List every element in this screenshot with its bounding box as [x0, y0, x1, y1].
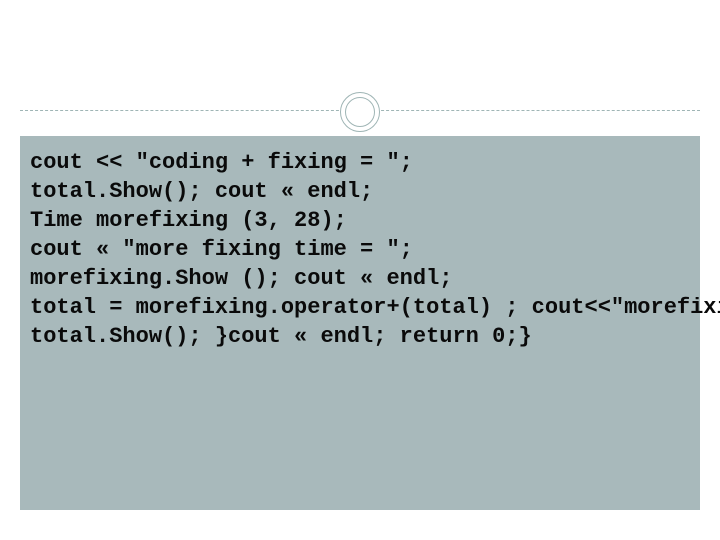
code-line-1: cout << "coding + fixing = ";	[30, 150, 413, 175]
code-line-5: morefixing.Show (); cout « endl;	[30, 266, 452, 291]
code-line-7: total.Show(); }cout « endl; return 0;}	[30, 324, 532, 349]
code-line-4: cout « "more fixing time = ";	[30, 237, 413, 262]
header-divider-circle-inner	[345, 97, 375, 127]
code-line-2: total.Show(); cout « endl;	[30, 179, 373, 204]
content-panel: cout << "coding + fixing = "; total.Show…	[20, 136, 700, 510]
code-line-6: total = morefixing.operator+(total) ; co…	[30, 295, 720, 320]
code-block: cout << "coding + fixing = "; total.Show…	[30, 148, 690, 351]
code-line-3: Time morefixing (3, 28);	[30, 208, 347, 233]
slide: cout << "coding + fixing = "; total.Show…	[0, 0, 720, 540]
